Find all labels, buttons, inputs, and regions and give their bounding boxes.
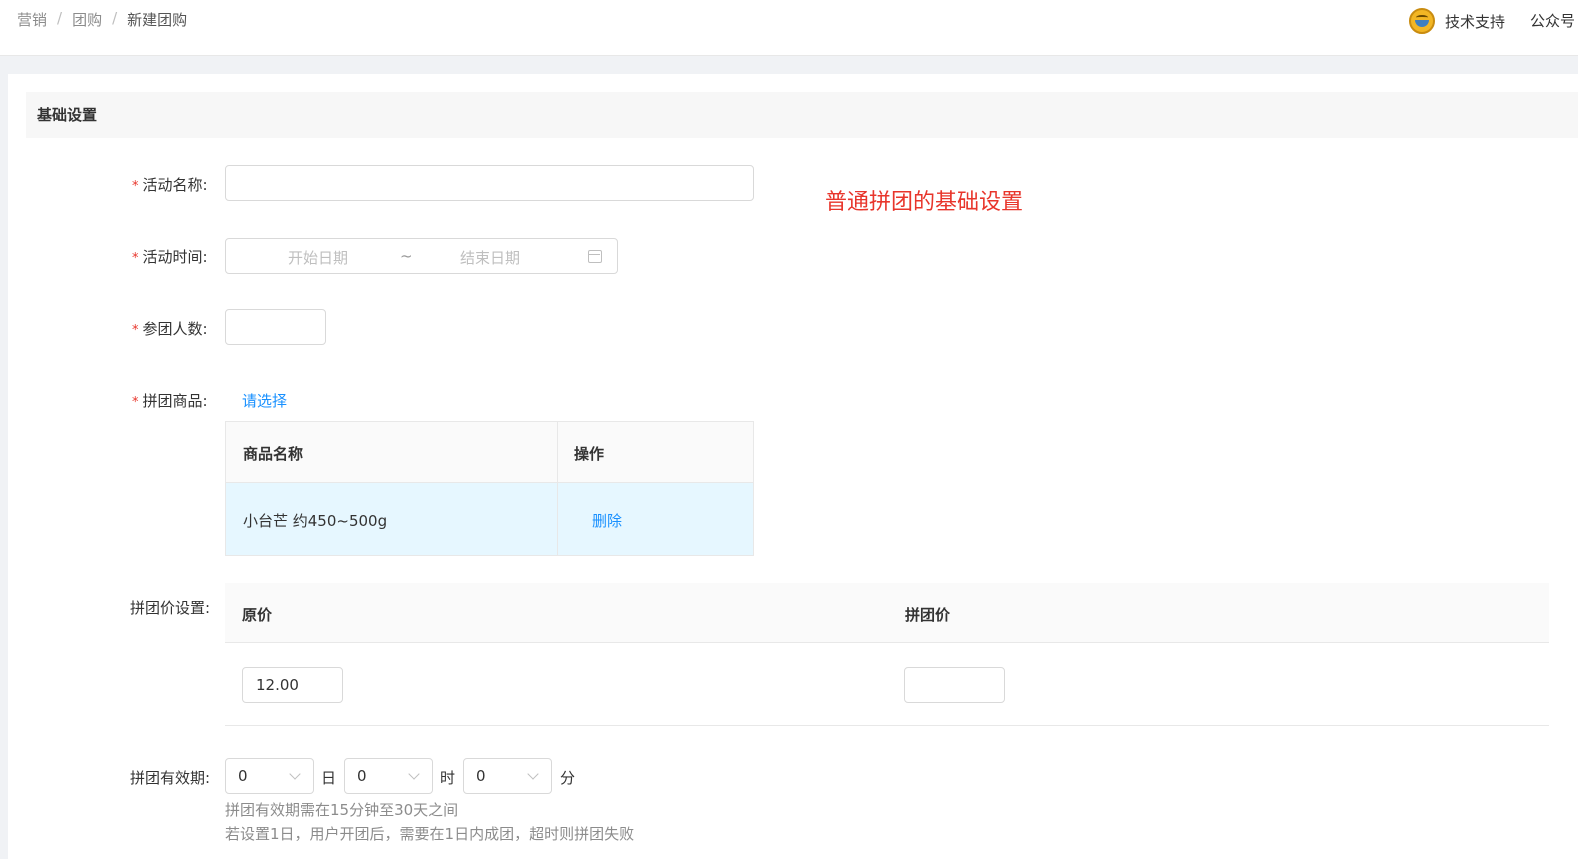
activity-name-input[interactable] — [225, 165, 754, 201]
breadcrumb-separator: / — [112, 9, 118, 27]
required-mark: * — [132, 251, 139, 266]
action-column-header: 操作 — [574, 445, 605, 463]
top-bar: 营销 / 团购 / 新建团购 技术支持 公众号 — [0, 0, 1578, 56]
validity-hint-example: 若设置1日，用户开团后，需要在1日内成团，超时则拼团失败 — [225, 825, 635, 843]
validity-day-value: 0 — [238, 767, 248, 785]
goods-name-cell: 小台芒 约450~500g — [243, 512, 388, 530]
breadcrumb-item-groupbuy[interactable]: 团购 — [72, 9, 102, 30]
support-avatar-icon — [1409, 8, 1435, 34]
hour-unit: 时 — [440, 769, 456, 787]
group-price-column-header: 拼团价 — [905, 606, 951, 624]
group-size-input[interactable] — [225, 309, 326, 345]
original-price-column-header: 原价 — [242, 606, 273, 624]
original-price-input[interactable]: 12.00 — [242, 667, 343, 703]
validity-minute-select[interactable]: 0 — [463, 758, 552, 794]
validity-hour-select[interactable]: 0 — [344, 758, 433, 794]
activity-name-label: * 活动名称: — [132, 176, 208, 194]
section-title: 基础设置 — [26, 92, 1578, 138]
price-table-header — [225, 583, 1549, 643]
activity-time-range-picker[interactable]: 开始日期 ~ 结束日期 — [225, 238, 618, 274]
select-goods-link[interactable]: 请选择 — [242, 390, 287, 411]
validity-hint-range: 拼团有效期需在15分钟至30天之间 — [225, 801, 459, 819]
calendar-icon[interactable] — [588, 250, 602, 263]
breadcrumb-separator: / — [57, 9, 63, 27]
goods-table: 商品名称 操作 小台芒 约450~500g 删除 — [225, 421, 754, 556]
price-settings-label: 拼团价设置: — [130, 599, 211, 617]
goods-name-column-header: 商品名称 — [243, 445, 304, 463]
breadcrumb-item-marketing[interactable]: 营销 — [17, 9, 47, 30]
required-mark: * — [132, 179, 139, 194]
column-divider — [557, 422, 558, 555]
tech-support-link[interactable]: 技术支持 — [1409, 8, 1505, 34]
price-table-divider — [225, 725, 1549, 726]
activity-time-label: * 活动时间: — [132, 248, 208, 266]
goods-table-header — [226, 422, 753, 483]
range-separator: ~ — [400, 247, 413, 265]
tech-support-label: 技术支持 — [1445, 12, 1506, 31]
chevron-down-icon — [408, 768, 420, 780]
validity-day-select[interactable]: 0 — [225, 758, 314, 794]
group-size-label: * 参团人数: — [132, 320, 208, 338]
group-goods-label: * 拼团商品: — [132, 392, 208, 410]
delete-goods-link[interactable]: 删除 — [592, 510, 622, 531]
required-mark: * — [132, 323, 139, 338]
price-table: 原价 拼团价 12.00 — [225, 583, 1549, 726]
breadcrumb-item-current: 新建团购 — [127, 11, 188, 29]
gzh-link[interactable]: 公众号 — [1530, 10, 1575, 31]
validity-hour-value: 0 — [357, 767, 367, 785]
breadcrumb: 营销 / 团购 / 新建团购 — [17, 9, 187, 30]
form-card: 基础设置 普通拼团的基础设置 * 活动名称: * 活动时间: 开始日期 ~ 结束日期… — [8, 74, 1578, 859]
group-price-input[interactable] — [904, 667, 1005, 703]
validity-label: 拼团有效期: — [130, 769, 211, 787]
section-note: 普通拼团的基础设置 — [825, 190, 1024, 215]
end-date-placeholder[interactable]: 结束日期 — [460, 247, 520, 268]
minute-unit: 分 — [560, 769, 576, 787]
chevron-down-icon — [289, 768, 301, 780]
day-unit: 日 — [321, 769, 337, 787]
start-date-placeholder[interactable]: 开始日期 — [288, 247, 348, 268]
chevron-down-icon — [527, 768, 539, 780]
required-mark: * — [132, 395, 139, 410]
validity-minute-value: 0 — [476, 767, 486, 785]
